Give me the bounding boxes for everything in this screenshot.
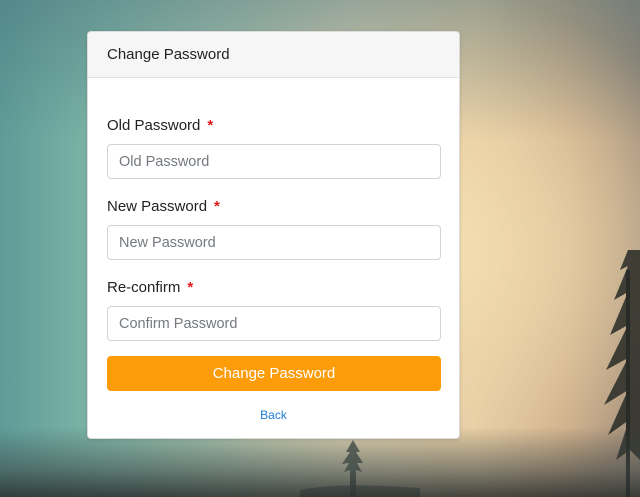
- old-password-label-text: Old Password: [107, 116, 201, 134]
- change-password-form: Old Password * New Password * Re-confirm…: [88, 115, 459, 422]
- new-password-label-text: New Password: [107, 197, 208, 215]
- change-password-button[interactable]: Change Password: [107, 356, 441, 391]
- required-asterisk: *: [207, 116, 214, 134]
- new-password-label: New Password *: [107, 196, 440, 216]
- card-title: Change Password: [107, 46, 230, 63]
- confirm-password-group: Re-confirm *: [107, 277, 441, 341]
- confirm-password-label-text: Re-confirm: [107, 278, 181, 296]
- confirm-password-label: Re-confirm *: [107, 277, 440, 297]
- new-password-group: New Password *: [107, 196, 441, 260]
- required-asterisk: *: [214, 197, 220, 215]
- new-password-input[interactable]: [107, 225, 441, 260]
- card-header: Change Password: [88, 32, 459, 78]
- submit-group: Change Password: [107, 356, 441, 391]
- old-password-input[interactable]: [107, 144, 441, 179]
- old-password-label: Old Password *: [107, 115, 440, 135]
- required-asterisk: *: [187, 278, 194, 296]
- back-link[interactable]: Back: [107, 408, 440, 422]
- old-password-group: Old Password *: [107, 115, 441, 179]
- change-password-card: Change Password Old Password * New Passw…: [87, 31, 460, 439]
- confirm-password-input[interactable]: [107, 306, 441, 341]
